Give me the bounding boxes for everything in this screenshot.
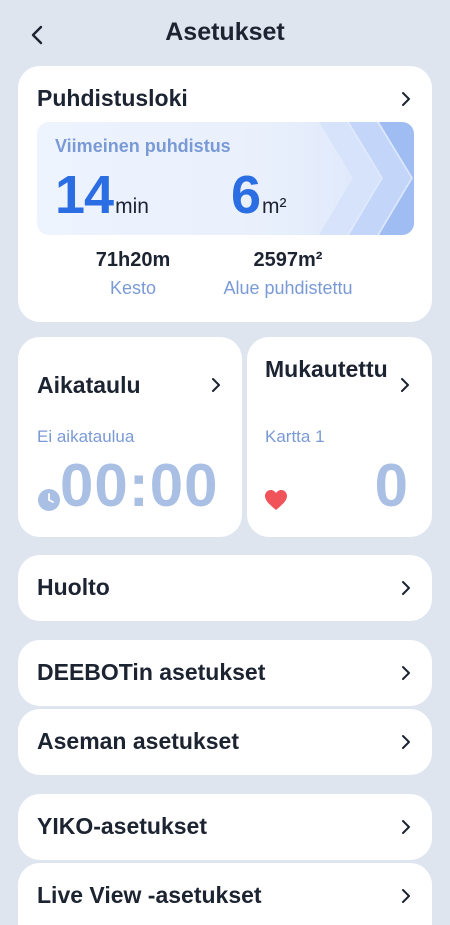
chevron-right-icon <box>397 377 413 393</box>
custom-card[interactable]: Mukautettu Kartta 1 0 <box>247 337 432 537</box>
heart-icon <box>265 490 287 510</box>
page-title: Asetukset <box>165 18 285 46</box>
chevron-right-icon <box>398 819 414 835</box>
last-duration: 14 min <box>55 164 149 226</box>
clock-icon <box>38 489 60 511</box>
schedule-card[interactable]: Aikataulu Ei aikataulua 00:00 <box>18 337 242 537</box>
maintenance-label: Huolto <box>37 574 110 600</box>
settings-screen: Asetukset Puhdistusloki Viimeinen puhdis… <box>0 0 450 925</box>
yiko-settings-label: YIKO-asetukset <box>37 813 208 839</box>
chevron-decoration-icon <box>319 122 414 235</box>
liveview-settings-row[interactable]: Live View -asetukset <box>18 863 432 925</box>
station-settings-label: Aseman asetukset <box>37 728 239 754</box>
total-duration-label: Kesto <box>109 278 157 298</box>
station-settings-row[interactable]: Aseman asetukset <box>18 709 432 775</box>
last-cleaning-label: Viimeinen puhdistus <box>55 136 231 156</box>
chevron-right-icon <box>398 665 414 681</box>
last-duration-unit: min <box>115 195 149 218</box>
yiko-settings-row[interactable]: YIKO-asetukset <box>18 794 432 860</box>
last-cleaning-panel: Viimeinen puhdistus 14 min 6 m² <box>37 122 414 235</box>
last-duration-value: 14 <box>55 165 114 225</box>
custom-count: 0 <box>374 452 408 519</box>
last-area: 6 m² <box>231 164 287 226</box>
chevron-right-icon <box>398 580 414 596</box>
cleaning-log-title: Puhdistusloki <box>37 85 188 111</box>
total-duration: 71h20m Kesto <box>78 249 188 299</box>
header: Asetukset <box>0 0 450 70</box>
custom-subtitle: Kartta 1 <box>265 427 325 446</box>
chevron-right-icon <box>208 377 224 393</box>
chevron-right-icon <box>398 91 414 107</box>
deebot-settings-row[interactable]: DEEBOTin asetukset <box>18 640 432 706</box>
cleaning-log-card[interactable]: Puhdistusloki Viimeinen puhdistus 14 min… <box>18 66 432 322</box>
total-area: 2597m² Alue puhdistettu <box>208 249 368 299</box>
chevron-right-icon <box>398 888 414 904</box>
custom-title: Mukautettu <box>265 356 388 382</box>
schedule-time: 00:00 <box>60 452 219 519</box>
maintenance-row[interactable]: Huolto <box>18 555 432 621</box>
liveview-settings-label: Live View -asetukset <box>37 882 262 908</box>
total-duration-value: 71h20m <box>95 249 171 271</box>
schedule-title: Aikataulu <box>37 372 141 398</box>
chevron-right-icon <box>398 734 414 750</box>
schedule-subtitle: Ei aikataulua <box>37 427 135 446</box>
last-area-value: 6 <box>231 165 261 225</box>
last-area-unit: m² <box>262 195 287 218</box>
total-area-label: Alue puhdistettu <box>223 278 353 298</box>
deebot-settings-label: DEEBOTin asetukset <box>37 659 266 685</box>
total-area-value: 2597m² <box>253 249 323 271</box>
